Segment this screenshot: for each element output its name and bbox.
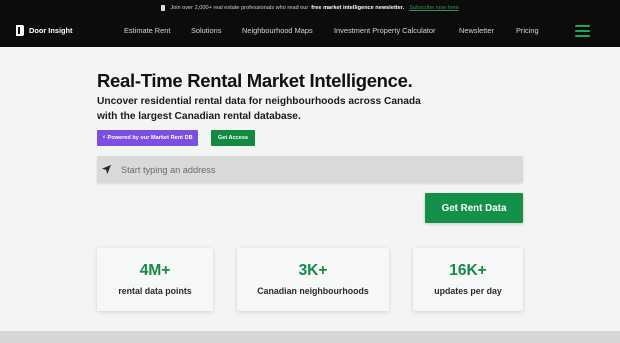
nav-links: Estimate Rent Solutions Neighbourhood Ma…	[0, 15, 620, 47]
announcement-bar: Join over 2,000+ real estate professiona…	[0, 0, 620, 15]
document-icon	[161, 4, 166, 11]
powered-by-badge: ⚡ Powered by our Market Rent DB	[97, 130, 198, 146]
stat-label: updates per day	[434, 286, 502, 296]
announcement-subscribe-link[interactable]: Subscribe now here	[409, 5, 458, 11]
page-title: Real-Time Rental Market Intelligence.	[97, 70, 413, 91]
nav-link-pricing[interactable]: Pricing	[516, 26, 539, 35]
stat-value: 4M+	[139, 262, 171, 279]
nav-link-newsletter[interactable]: Newsletter	[459, 26, 494, 35]
announcement-highlight: free market intelligence newsletter.	[311, 4, 405, 11]
nav-link-estimate-rent[interactable]: Estimate Rent	[124, 26, 170, 35]
stat-card-canadian-neighbourhoods: 3K+ Canadian neighbourhoods	[237, 248, 389, 311]
get-access-button[interactable]: Get Access	[211, 130, 255, 146]
location-arrow-icon	[101, 164, 112, 175]
nav-link-neighbourhood-maps[interactable]: Neighbourhood Maps	[242, 26, 313, 35]
nav-link-solutions[interactable]: Solutions	[191, 26, 221, 35]
stat-value: 3K+	[298, 262, 328, 279]
top-navigation: Door Insight Estimate Rent Solutions Nei…	[0, 15, 620, 47]
stat-label: Canadian neighbourhoods	[257, 286, 369, 296]
next-section-edge	[0, 331, 620, 343]
stat-card-updates-per-day: 16K+ updates per day	[413, 248, 523, 311]
page-subtitle: Uncover residential rental data for neig…	[97, 96, 421, 122]
get-rent-data-button[interactable]: Get Rent Data	[425, 193, 523, 223]
address-search[interactable]	[97, 156, 523, 183]
announcement-text: Join over 2,000+ real estate professiona…	[170, 4, 309, 11]
stat-label: rental data points	[118, 286, 192, 296]
stat-value: 16K+	[449, 262, 487, 279]
hamburger-menu-icon[interactable]	[575, 25, 590, 37]
stat-card-rental-data-points: 4M+ rental data points	[97, 248, 213, 311]
nav-link-investment-calculator[interactable]: Investment Property Calculator	[334, 26, 435, 35]
address-search-input[interactable]	[121, 160, 511, 179]
